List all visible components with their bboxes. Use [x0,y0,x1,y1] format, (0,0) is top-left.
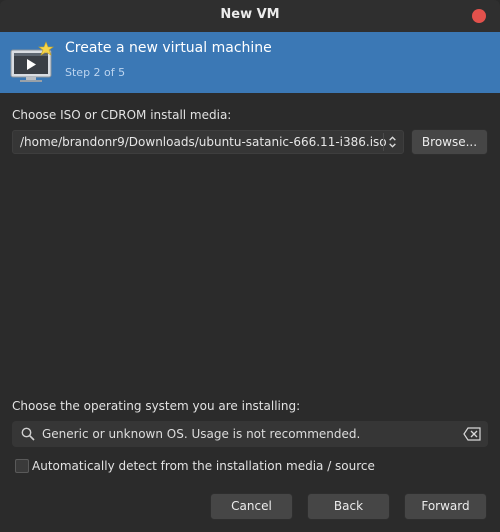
clear-text-icon[interactable] [463,427,481,441]
new-vm-window: New VM Create a new virtual machine Step… [0,0,500,532]
up-down-spinner-icon[interactable] [383,133,401,151]
auto-detect-label[interactable]: Automatically detect from the installati… [32,459,375,473]
close-button[interactable] [472,9,486,23]
install-media-label: Choose ISO or CDROM install media: [12,108,232,122]
vm-monitor-icon [10,41,54,82]
wizard-banner: Create a new virtual machine Step 2 of 5 [0,32,500,93]
step-indicator: Step 2 of 5 [65,66,126,79]
install-media-combobox[interactable]: /home/brandonr9/Downloads/ubuntu-satanic… [12,130,404,154]
window-title: New VM [220,7,280,22]
cancel-button[interactable]: Cancel [210,493,293,520]
forward-button[interactable]: Forward [404,493,487,520]
os-search-text[interactable]: Generic or unknown OS. Usage is not reco… [42,427,360,441]
install-media-path[interactable]: /home/brandonr9/Downloads/ubuntu-satanic… [20,135,387,149]
os-search-input[interactable]: Generic or unknown OS. Usage is not reco… [12,421,488,447]
banner-title: Create a new virtual machine [65,40,272,56]
search-icon [21,427,35,441]
auto-detect-checkbox[interactable] [15,459,29,473]
browse-button[interactable]: Browse... [411,129,488,155]
os-label: Choose the operating system you are inst… [12,399,301,413]
title-bar[interactable]: New VM [0,0,500,33]
back-button[interactable]: Back [307,493,390,520]
